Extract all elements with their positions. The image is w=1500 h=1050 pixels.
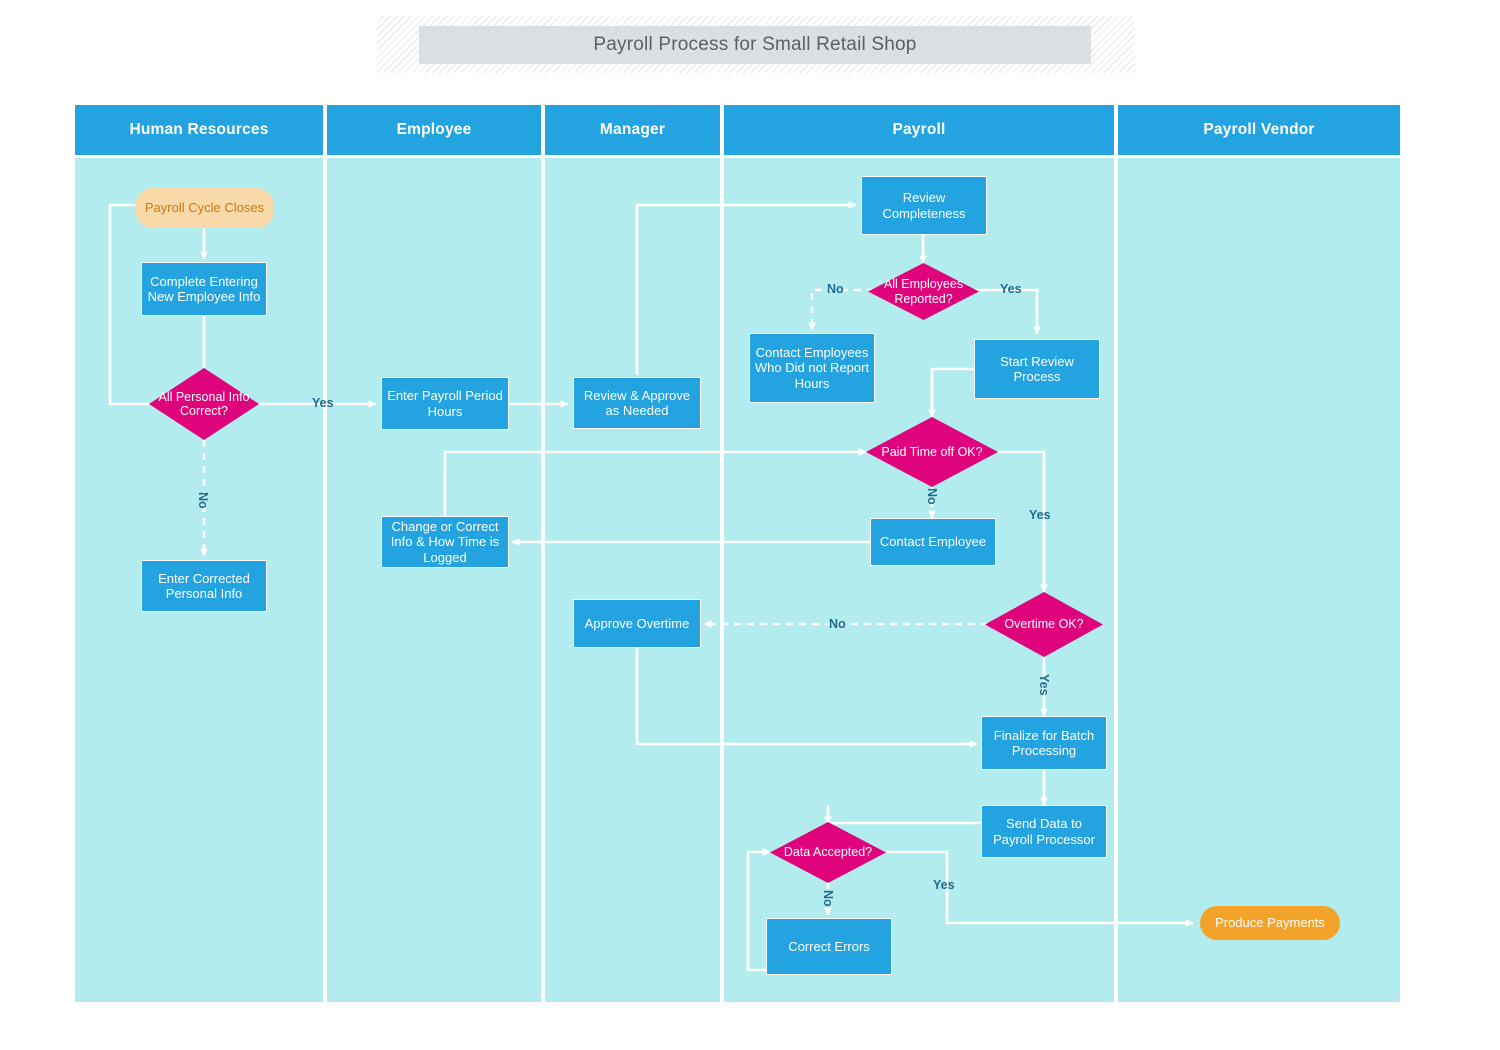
diagram-canvas: Payroll Process for Small Retail Shop Hu… [0,0,1500,1050]
node-all-personal-info-correct[interactable]: All Personal Info Correct? [149,368,259,440]
node-label: Review Completeness [882,190,966,221]
node-label: Contact Employees Who Did not Report Hou… [754,345,870,391]
node-enter-corrected-personal-info[interactable]: Enter Corrected Personal Info [141,560,267,612]
node-label: Review & Approve as Needed [583,387,691,418]
edge-label-overtime-no: No [829,617,846,631]
edge-label-reported-no: No [827,282,844,296]
lane-label-manager: Manager [599,121,666,138]
node-send-data-to-payroll-processor[interactable]: Send Data to Payroll Processor [981,805,1107,858]
node-label: Correct Errors [788,938,870,954]
node-finalize-for-batch-processing[interactable]: Finalize for Batch Processing [981,716,1107,770]
edge-label-reported-yes: Yes [1000,282,1022,296]
node-contact-employees-who-did-not-report-hours[interactable]: Contact Employees Who Did not Report Hou… [749,333,875,403]
lane-label-payroll: Payroll [892,121,946,138]
lane-header-payroll-vendor: Payroll Vendor [1118,105,1400,155]
node-correct-errors[interactable]: Correct Errors [766,918,892,975]
node-label: Approve Overtime [584,615,690,631]
node-label: Enter Payroll Period Hours [387,388,503,419]
node-review-completeness[interactable]: Review Completeness [861,176,987,235]
node-label: Data Accepted? [783,845,873,860]
title-box: Payroll Process for Small Retail Shop [419,26,1091,64]
node-label: Overtime OK? [1004,617,1084,632]
lane-header-employee: Employee [327,105,541,155]
lane-label-employee: Employee [396,121,472,138]
edge-label-personal-yes: Yes [312,396,334,410]
node-produce-payments[interactable]: Produce Payments [1200,906,1340,940]
node-label: Start Review Process [1000,353,1074,384]
node-label: Send Data to Payroll Processor [993,816,1095,847]
lane-body-payroll-vendor [1118,158,1400,1002]
node-paid-time-off-ok[interactable]: Paid Time off OK? [866,417,998,487]
node-review-and-approve-as-needed[interactable]: Review & Approve as Needed [573,377,701,429]
node-payroll-cycle-closes[interactable]: Payroll Cycle Closes [135,188,274,228]
node-start-review-process[interactable]: Start Review Process [974,339,1100,399]
node-data-accepted[interactable]: Data Accepted? [770,822,886,883]
node-label: All Personal Info Correct? [158,389,250,418]
edge-label-data-yes: Yes [933,878,955,892]
node-complete-entering-new-employee-info[interactable]: Complete Entering New Employee Info [141,262,267,316]
edge-label-pto-no: No [925,488,939,505]
lane-header-manager: Manager [545,105,720,155]
edge-label-pto-yes: Yes [1029,508,1051,522]
swimlane-container: Human Resources Employee Manager Payroll [75,105,1400,1002]
swimlane-payroll-vendor: Payroll Vendor [1118,105,1400,1002]
node-label: Finalize for Batch Processing [993,727,1095,758]
edge-label-data-no: No [821,890,835,907]
lane-header-payroll: Payroll [724,105,1114,155]
title-banner: Payroll Process for Small Retail Shop [377,16,1135,73]
node-label: All Employees Reported? [883,277,964,306]
page-title: Payroll Process for Small Retail Shop [593,34,917,55]
edge-label-personal-no: No [196,492,210,509]
lane-header-human-resources: Human Resources [75,105,323,155]
node-enter-payroll-period-hours[interactable]: Enter Payroll Period Hours [381,377,509,430]
node-label: Contact Employee [879,534,987,550]
lane-body-manager [545,158,720,1002]
node-label: Change or Correct Info & How Time is Log… [390,519,500,565]
node-label: Enter Corrected Personal Info [158,570,250,601]
node-change-or-correct-info[interactable]: Change or Correct Info & How Time is Log… [381,516,509,568]
node-all-employees-reported[interactable]: All Employees Reported? [868,263,979,320]
edge-label-overtime-yes: Yes [1037,674,1051,696]
lane-label-payroll-vendor: Payroll Vendor [1203,121,1315,138]
node-label: Produce Payments [1215,915,1325,931]
node-label: Paid Time off OK? [881,444,983,459]
node-label: Complete Entering New Employee Info [147,273,261,304]
swimlane-manager: Manager [545,105,720,1002]
lane-label-human-resources: Human Resources [129,121,269,138]
lane-body-employee [327,158,541,1002]
node-contact-employee[interactable]: Contact Employee [870,518,996,566]
node-overtime-ok[interactable]: Overtime OK? [985,592,1103,657]
swimlane-human-resources: Human Resources [75,105,323,1002]
node-approve-overtime[interactable]: Approve Overtime [573,599,701,648]
node-label: Payroll Cycle Closes [144,200,265,216]
